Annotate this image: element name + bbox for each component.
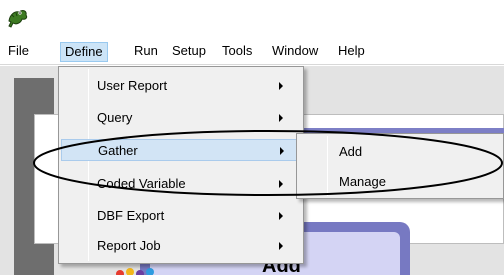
- define-menu: User Report Query Gather Coded Variable …: [58, 66, 304, 264]
- define-menu-item-user-report[interactable]: User Report: [61, 75, 301, 97]
- menu-item-label: DBF Export: [97, 208, 165, 223]
- menu-setup[interactable]: Setup: [168, 42, 210, 62]
- gather-submenu-item-manage[interactable]: Manage: [299, 170, 502, 194]
- submenu-item-label: Add: [339, 144, 363, 159]
- menu-item-label: Gather: [98, 143, 138, 158]
- menu-file[interactable]: File: [4, 42, 33, 62]
- menu-run[interactable]: Run: [130, 42, 162, 62]
- menu-item-label: Coded Variable: [97, 176, 186, 191]
- define-menu-item-coded-variable[interactable]: Coded Variable: [61, 173, 301, 195]
- menu-item-label: Report Job: [97, 238, 161, 253]
- menu-bar: File Define Run Setup Tools Window Help: [0, 38, 504, 65]
- define-menu-item-dbf-export[interactable]: DBF Export: [61, 205, 301, 227]
- submenu-arrow-icon: [279, 114, 283, 122]
- menu-gutter-divider: [88, 69, 89, 261]
- menu-item-label: User Report: [97, 78, 168, 93]
- submenu-item-label: Manage: [339, 174, 386, 189]
- menu-help[interactable]: Help: [334, 42, 369, 62]
- submenu-arrow-icon: [279, 82, 283, 90]
- define-menu-item-gather[interactable]: Gather: [61, 139, 301, 161]
- submenu-arrow-icon: [279, 242, 283, 250]
- menu-item-label: Query: [97, 110, 133, 125]
- app-icon[interactable]: [6, 6, 30, 30]
- submenu-arrow-icon: [279, 180, 283, 188]
- define-menu-item-query[interactable]: Query: [61, 107, 301, 129]
- menu-window[interactable]: Window: [268, 42, 322, 62]
- menu-define[interactable]: Define: [60, 42, 108, 62]
- gather-submenu: Add Manage: [296, 133, 504, 199]
- define-menu-item-report-job[interactable]: Report Job: [61, 235, 301, 257]
- submenu-arrow-icon: [279, 212, 283, 220]
- gather-submenu-item-add[interactable]: Add: [299, 140, 502, 164]
- title-bar: [0, 0, 504, 38]
- submenu-arrow-icon: [280, 147, 284, 155]
- menu-tools[interactable]: Tools: [218, 42, 256, 62]
